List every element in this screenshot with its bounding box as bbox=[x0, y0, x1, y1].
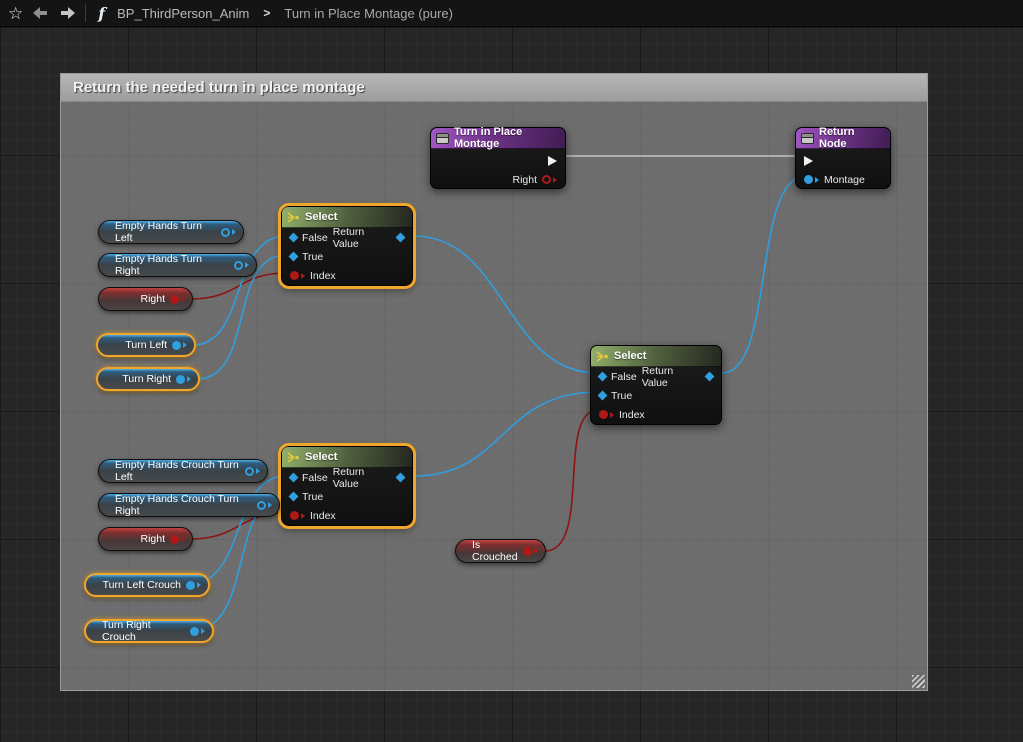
pin-label-return-value: Return Value bbox=[642, 365, 701, 389]
object-output-pin[interactable] bbox=[245, 467, 260, 476]
node-return-header: Return Node bbox=[796, 128, 890, 149]
pin-label-montage: Montage bbox=[824, 174, 865, 186]
pin-label-index: Index bbox=[310, 270, 336, 282]
return-value-output-pin[interactable]: Return Value bbox=[333, 226, 404, 250]
pill-label: Empty Hands Crouch Turn Left bbox=[115, 459, 240, 483]
node-title: Turn in Place Montage bbox=[454, 126, 557, 150]
node-title: Select bbox=[305, 211, 337, 223]
bool-output-pin[interactable] bbox=[523, 547, 538, 556]
node-function-entry[interactable]: Turn in Place Montage Right bbox=[430, 127, 566, 189]
select-icon bbox=[596, 351, 609, 362]
object-output-pin[interactable] bbox=[172, 341, 187, 350]
comment-body bbox=[61, 102, 927, 690]
pin-label-true: True bbox=[302, 251, 323, 263]
pill-empty-hands-turn-right[interactable]: Empty Hands Turn Right bbox=[98, 253, 257, 277]
true-input-pin[interactable]: True bbox=[290, 251, 323, 263]
blueprint-graph-canvas[interactable]: Return the needed turn in place montage … bbox=[0, 27, 1023, 742]
montage-node-icon bbox=[436, 133, 449, 144]
object-output-pin[interactable] bbox=[190, 627, 205, 636]
pill-turn-right-crouch[interactable]: Turn Right Crouch bbox=[84, 619, 214, 643]
object-output-pin[interactable] bbox=[186, 581, 201, 590]
object-output-pin[interactable] bbox=[176, 375, 191, 384]
pill-label: Turn Left Crouch bbox=[103, 579, 181, 591]
object-output-pin[interactable] bbox=[257, 501, 272, 510]
pin-label-false: False bbox=[302, 472, 328, 484]
index-input-pin[interactable]: Index bbox=[290, 510, 336, 522]
true-input-pin[interactable]: True bbox=[599, 390, 632, 402]
pill-right-bottom[interactable]: Right bbox=[98, 527, 193, 551]
exec-output-pin[interactable] bbox=[548, 156, 557, 166]
node-title: Return Node bbox=[819, 126, 882, 150]
exec-input-pin[interactable] bbox=[804, 156, 813, 166]
breadcrumb-current[interactable]: Turn in Place Montage (pure) bbox=[284, 6, 453, 21]
false-input-pin[interactable]: False bbox=[290, 472, 328, 484]
node-select-bottom[interactable]: Select False Return Value True Index bbox=[281, 446, 413, 526]
node-select-top[interactable]: Select False Return Value True Index bbox=[281, 206, 413, 286]
pill-label: Turn Right bbox=[122, 373, 171, 385]
pill-label: Right bbox=[140, 533, 165, 545]
comment-title: Return the needed turn in place montage bbox=[73, 79, 365, 96]
favorite-star-icon[interactable]: ☆ bbox=[8, 5, 23, 22]
node-title: Select bbox=[305, 451, 337, 463]
pill-label: Empty Hands Turn Left bbox=[115, 220, 216, 244]
pin-label-false: False bbox=[302, 232, 328, 244]
pill-right-top[interactable]: Right bbox=[98, 287, 193, 311]
false-input-pin[interactable]: False bbox=[599, 371, 637, 383]
pin-label-index: Index bbox=[310, 510, 336, 522]
false-input-pin[interactable]: False bbox=[290, 232, 328, 244]
breadcrumb-root[interactable]: BP_ThirdPerson_Anim bbox=[117, 6, 249, 21]
pin-label-return-value: Return Value bbox=[333, 466, 392, 490]
pin-label-false: False bbox=[611, 371, 637, 383]
pill-label: Turn Right Crouch bbox=[102, 619, 185, 643]
bool-output-pin[interactable] bbox=[170, 535, 185, 544]
pill-turn-left-crouch[interactable]: Turn Left Crouch bbox=[84, 573, 210, 597]
return-value-output-pin[interactable]: Return Value bbox=[333, 466, 404, 490]
pin-label-index: Index bbox=[619, 409, 645, 421]
pill-label: Empty Hands Crouch Turn Right bbox=[115, 493, 252, 517]
comment-resize-handle[interactable] bbox=[912, 675, 925, 688]
pill-label: Empty Hands Turn Right bbox=[115, 253, 229, 277]
node-return[interactable]: Return Node Montage bbox=[795, 127, 891, 189]
bool-output-pin[interactable] bbox=[542, 175, 557, 184]
pin-label-true: True bbox=[302, 491, 323, 503]
pill-is-crouched[interactable]: Is Crouched bbox=[455, 539, 546, 563]
forward-arrow-icon[interactable] bbox=[59, 7, 75, 19]
return-node-icon bbox=[801, 133, 814, 144]
pill-turn-left[interactable]: Turn Left bbox=[96, 333, 196, 357]
pill-empty-hands-crouch-turn-right[interactable]: Empty Hands Crouch Turn Right bbox=[98, 493, 280, 517]
back-arrow-icon[interactable] bbox=[33, 7, 49, 19]
top-toolbar: ☆ f BP_ThirdPerson_Anim > Turn in Place … bbox=[0, 0, 1023, 27]
function-icon: f bbox=[96, 4, 107, 23]
pill-label: Turn Left bbox=[125, 339, 167, 351]
pill-empty-hands-crouch-turn-left[interactable]: Empty Hands Crouch Turn Left bbox=[98, 459, 268, 483]
object-output-pin[interactable] bbox=[221, 228, 236, 237]
true-input-pin[interactable]: True bbox=[290, 491, 323, 503]
select-icon bbox=[287, 212, 300, 223]
montage-input-pin[interactable] bbox=[804, 175, 819, 184]
object-output-pin[interactable] bbox=[234, 261, 249, 270]
pill-label: Right bbox=[140, 293, 165, 305]
return-value-output-pin[interactable]: Return Value bbox=[642, 365, 713, 389]
node-title: Select bbox=[614, 350, 646, 362]
pin-label-right: Right bbox=[512, 174, 537, 186]
pin-label-return-value: Return Value bbox=[333, 226, 392, 250]
breadcrumb-chevron-icon: > bbox=[263, 6, 270, 20]
pill-empty-hands-turn-left[interactable]: Empty Hands Turn Left bbox=[98, 220, 244, 244]
index-input-pin[interactable]: Index bbox=[290, 270, 336, 282]
comment-header[interactable]: Return the needed turn in place montage bbox=[61, 74, 927, 102]
bool-output-pin[interactable] bbox=[170, 295, 185, 304]
pin-label-true: True bbox=[611, 390, 632, 402]
pill-label: Is Crouched bbox=[472, 539, 518, 563]
pill-turn-right[interactable]: Turn Right bbox=[96, 367, 200, 391]
toolbar-separator bbox=[85, 4, 86, 22]
node-select-middle[interactable]: Select False Return Value True Index bbox=[590, 345, 722, 425]
select-icon bbox=[287, 452, 300, 463]
index-input-pin[interactable]: Index bbox=[599, 409, 645, 421]
node-function-entry-header: Turn in Place Montage bbox=[431, 128, 565, 149]
